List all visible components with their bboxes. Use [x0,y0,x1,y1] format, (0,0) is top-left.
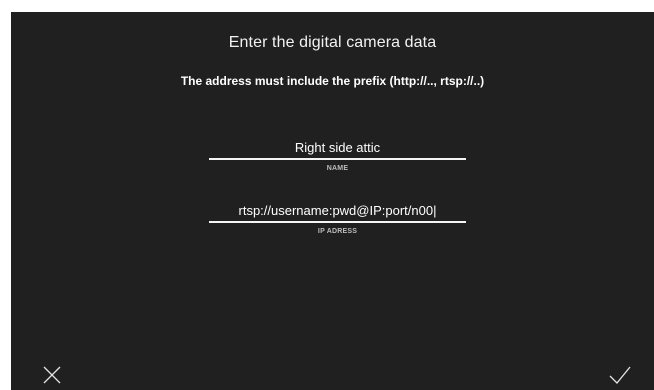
name-input[interactable] [209,139,466,160]
confirm-button[interactable] [609,364,631,386]
prefix-hint: The address must include the prefix (htt… [180,74,485,88]
checkmark-icon [609,366,631,384]
ip-address-label: IP ADRESS [317,228,358,235]
name-field-group: NAME [209,139,466,172]
ip-address-input[interactable] [209,202,466,223]
close-icon [43,366,61,384]
name-label: NAME [326,165,349,172]
cancel-button[interactable] [41,364,63,386]
ip-field-group: IP ADRESS [209,202,466,235]
camera-data-dialog: Enter the digital camera data The addres… [11,12,654,390]
page-title: Enter the digital camera data [228,34,437,51]
